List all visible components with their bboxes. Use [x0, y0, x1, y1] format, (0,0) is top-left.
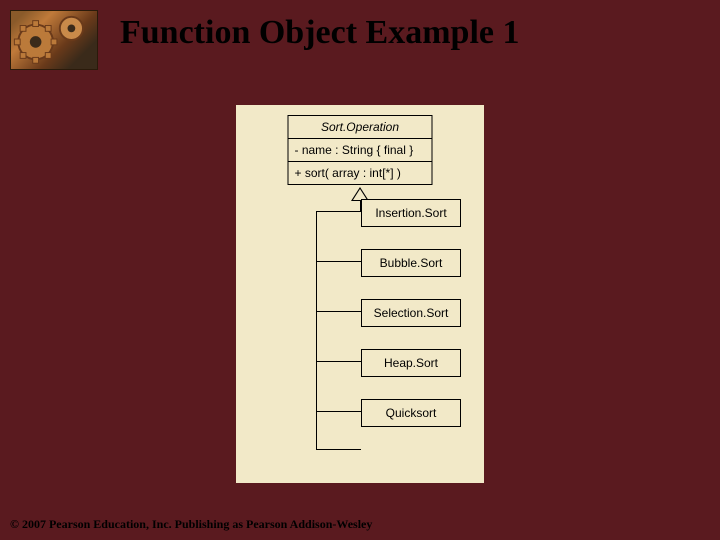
- uml-attributes: - name : String { final }: [289, 138, 432, 161]
- connector-line: [316, 211, 361, 212]
- connector-line: [316, 261, 361, 262]
- uml-class-sortoperation: Sort.Operation - name : String { final }…: [288, 115, 433, 185]
- gears-logo: [10, 10, 98, 70]
- connector-line: [316, 311, 361, 312]
- uml-class-heapsort: Heap.Sort: [361, 349, 461, 377]
- connector-line: [316, 361, 361, 362]
- connector-line: [316, 411, 361, 412]
- slide-title: Function Object Example 1: [120, 14, 519, 52]
- uml-class-insertionsort: Insertion.Sort: [361, 199, 461, 227]
- connector-line: [316, 449, 361, 450]
- uml-class-quicksort: Quicksort: [361, 399, 461, 427]
- connector-line: [316, 411, 317, 449]
- uml-diagram: Sort.Operation - name : String { final }…: [236, 105, 484, 483]
- uml-class-bubblesort: Bubble.Sort: [361, 249, 461, 277]
- uml-class-selectionsort: Selection.Sort: [361, 299, 461, 327]
- uml-operations: + sort( array : int[*] ): [289, 161, 432, 184]
- copyright-text: © 2007 Pearson Education, Inc. Publishin…: [10, 517, 372, 532]
- uml-classname: Sort.Operation: [289, 116, 432, 138]
